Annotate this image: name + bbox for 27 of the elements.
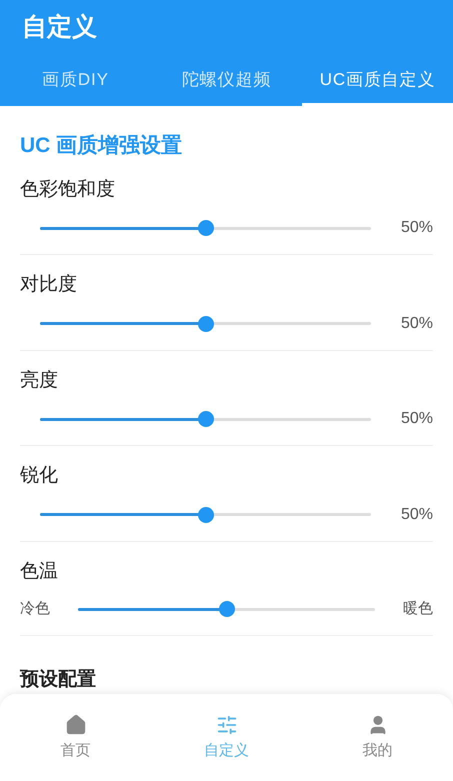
slider-thumb[interactable] <box>198 316 214 332</box>
setting-label: 色彩饱和度 <box>20 178 116 202</box>
slider-thumb[interactable] <box>198 411 214 427</box>
percent-reading: 50% <box>400 218 433 238</box>
section-title: 预设配置 <box>20 668 97 692</box>
home-icon <box>64 714 86 736</box>
setting-label: 亮度 <box>20 368 59 392</box>
slider-thumb[interactable] <box>198 506 214 522</box>
min-label: 冷色 <box>20 599 50 619</box>
slider-thumb[interactable] <box>198 220 214 236</box>
nav-item[interactable]: 我的 <box>302 714 453 762</box>
setting-label: 色温 <box>20 560 59 584</box>
section-title: UC 画质增强设置 <box>20 133 184 159</box>
nav-item[interactable]: 自定义 <box>151 714 302 762</box>
window-title: 自定义 <box>22 12 97 44</box>
tab[interactable]: 陀螺仪超频 <box>151 56 302 106</box>
max-label: 暖色 <box>403 599 433 619</box>
percent-reading: 50% <box>400 314 433 334</box>
slider-thumb[interactable] <box>218 601 234 618</box>
tab[interactable]: 画质DIY <box>0 56 151 106</box>
sliders-icon <box>216 714 238 736</box>
setting-label: 对比度 <box>20 273 78 297</box>
nav-item[interactable]: 首页 <box>0 714 151 762</box>
percent-reading: 50% <box>400 409 433 429</box>
setting-label: 锐化 <box>20 464 59 488</box>
percent-reading: 50% <box>400 504 433 524</box>
tab[interactable]: UC画质自定义 <box>302 56 453 106</box>
